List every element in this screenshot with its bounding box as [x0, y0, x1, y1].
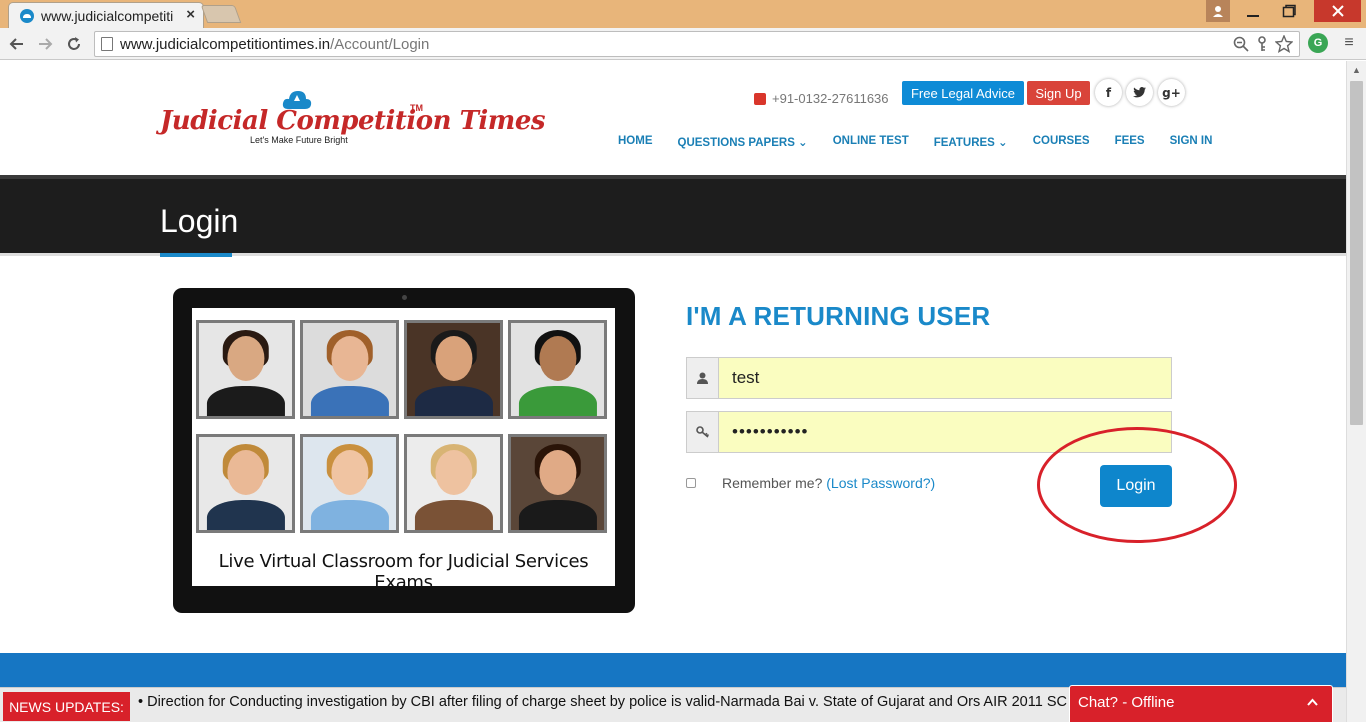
phone-number: +91-0132-27611636 [754, 91, 889, 106]
profile-icon[interactable] [1206, 0, 1230, 22]
news-ticker-text[interactable]: • Direction for Conducting investigation… [138, 694, 1073, 710]
nav-home[interactable]: HOME [618, 135, 653, 149]
remember-me-checkbox[interactable] [686, 478, 696, 488]
tablet-screen: Live Virtual Classroom for Judicial Serv… [192, 308, 615, 593]
username-input[interactable] [719, 357, 1172, 399]
nav-fees[interactable]: FEES [1115, 135, 1145, 149]
remember-me-group: Remember me? (Lost Password?) [686, 474, 946, 493]
grammarly-extension-icon[interactable]: G [1308, 33, 1328, 53]
username-group [686, 357, 1172, 399]
page-scrollbar[interactable]: ▲ [1346, 61, 1366, 722]
zoom-icon[interactable] [1233, 35, 1249, 53]
virtual-classroom-image: Live Virtual Classroom for Judicial Serv… [173, 288, 635, 613]
site-favicon-icon [20, 9, 34, 23]
reload-icon[interactable] [62, 32, 86, 56]
chat-status-label: Chat? - Offline [1078, 694, 1175, 711]
key-icon[interactable] [1255, 35, 1269, 53]
classroom-caption: Live Virtual Classroom for Judicial Serv… [218, 551, 589, 593]
remember-me-label: Remember me? [722, 475, 823, 491]
student-photo [404, 434, 503, 533]
url-text: www.judicialcompetitiontimes.in/Account/… [120, 36, 430, 53]
logo-trademark: TM [410, 103, 423, 113]
close-window-button[interactable] [1314, 0, 1361, 22]
nav-sign-in[interactable]: SIGN IN [1170, 135, 1213, 149]
site-header: Judicial Competition Times TM Let's Make… [0, 61, 1346, 175]
tab-title: www.judicialcompetiti [41, 8, 174, 24]
user-icon [686, 357, 719, 399]
page-icon [101, 37, 113, 51]
google-plus-icon[interactable]: g+ [1158, 79, 1185, 106]
logo-text: Judicial Competition Times [160, 106, 546, 136]
forward-arrow-icon[interactable] [34, 32, 58, 56]
browser-titlebar: www.judicialcompetiti × [0, 0, 1366, 28]
maximize-button[interactable] [1272, 0, 1306, 22]
news-updates-label: NEWS UPDATES: [3, 692, 130, 721]
browser-tab[interactable]: www.judicialcompetiti × [8, 2, 204, 28]
facebook-icon[interactable]: f [1095, 79, 1122, 106]
title-underline [160, 253, 232, 257]
student-photo [300, 320, 399, 419]
key-icon [686, 411, 719, 453]
browser-menu-icon[interactable]: ≡ [1340, 34, 1358, 52]
student-photo [196, 320, 295, 419]
student-photo-grid [196, 320, 608, 533]
new-tab-button[interactable] [200, 5, 242, 23]
annotation-circle [1037, 427, 1237, 543]
sign-up-button[interactable]: Sign Up [1027, 81, 1090, 105]
student-photo [196, 434, 295, 533]
twitter-icon[interactable] [1126, 79, 1153, 106]
logo-tagline: Let's Make Future Bright [250, 135, 348, 145]
minimize-button[interactable] [1236, 0, 1270, 22]
tab-close-icon[interactable]: × [186, 6, 195, 23]
lost-password-link[interactable]: (Lost Password?) [826, 475, 935, 491]
student-photo [300, 434, 399, 533]
page-viewport: Judicial Competition Times TM Let's Make… [0, 61, 1346, 722]
chat-widget[interactable]: Chat? - Offline [1069, 685, 1333, 722]
free-legal-advice-button[interactable]: Free Legal Advice [902, 81, 1024, 105]
nav-online-test[interactable]: ONLINE TEST [833, 135, 909, 149]
site-logo[interactable]: Judicial Competition Times TM Let's Make… [160, 89, 546, 149]
nav-features[interactable]: FEATURES ⌄ [934, 135, 1008, 149]
address-bar[interactable]: www.judicialcompetitiontimes.in/Account/… [94, 31, 1300, 57]
form-heading: I'M A RETURNING USER [686, 301, 991, 331]
student-photo [404, 320, 503, 419]
chevron-up-icon[interactable] [1307, 694, 1318, 709]
scroll-thumb[interactable] [1350, 81, 1363, 425]
tablet-camera [402, 295, 407, 300]
bookmark-star-icon[interactable] [1275, 35, 1293, 53]
main-navigation: HOME QUESTIONS PAPERS ⌄ ONLINE TEST FEAT… [618, 135, 1212, 149]
page-title: Login [160, 203, 239, 239]
student-photo [508, 320, 607, 419]
student-photo [508, 434, 607, 533]
nav-questions-papers[interactable]: QUESTIONS PAPERS ⌄ [678, 135, 808, 149]
browser-toolbar: www.judicialcompetitiontimes.in/Account/… [0, 28, 1366, 60]
nav-courses[interactable]: COURSES [1033, 135, 1090, 149]
page-title-band: Login [0, 175, 1346, 253]
phone-icon [754, 92, 766, 105]
scroll-up-arrow-icon[interactable]: ▲ [1352, 65, 1361, 75]
back-arrow-icon[interactable] [4, 32, 28, 56]
